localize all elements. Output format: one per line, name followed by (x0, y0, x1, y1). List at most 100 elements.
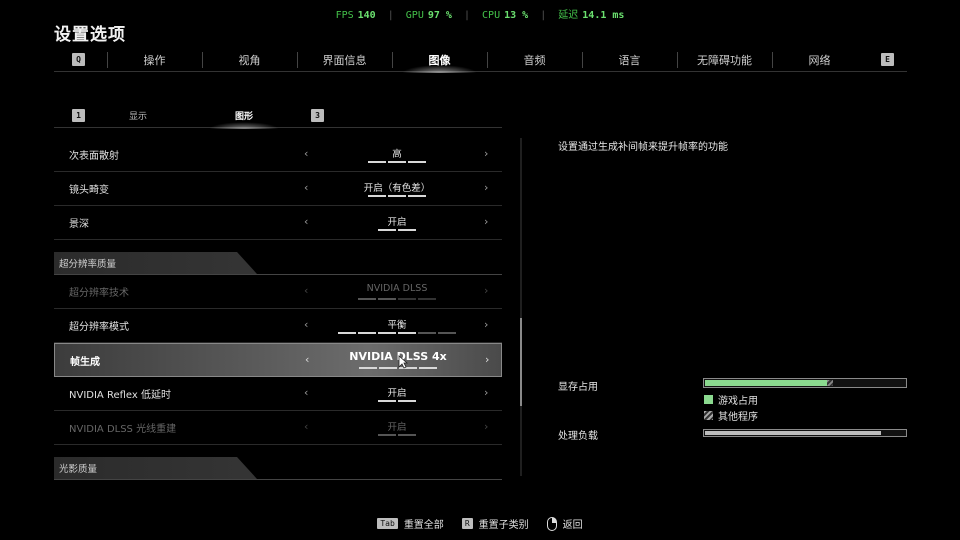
section-title: 光影质量 (59, 464, 98, 475)
section-title: 超分辨率质量 (59, 259, 117, 270)
level-segment (419, 367, 437, 369)
level-segment (398, 298, 416, 300)
arrow-right-icon[interactable]: › (484, 181, 488, 194)
tab-audio[interactable]: 音频 (487, 48, 582, 72)
reset-subcategory-hint[interactable]: R 重置子类别 (461, 516, 529, 531)
level-segment (378, 400, 396, 402)
arrow-right-icon[interactable]: › (484, 318, 488, 331)
level-segment (388, 161, 406, 163)
level-segment (398, 400, 416, 402)
load-label: 处理负载 (558, 431, 598, 442)
latency-value: 14.1 ms (582, 10, 625, 21)
cpu-label: CPU (482, 10, 501, 21)
tab-controls[interactable]: 操作 (107, 48, 202, 72)
gpu-value: 97 % (427, 10, 452, 21)
setting-row-subsurface-scattering[interactable]: 次表面散射 ‹ 高 › (54, 138, 502, 172)
setting-row-frame-generation[interactable]: 帧生成 ‹ NVIDIA DLSS 4x › (54, 343, 502, 377)
scrollbar-thumb[interactable] (520, 318, 522, 406)
legend-other: 其他程序 (704, 408, 758, 423)
level-segment (418, 298, 436, 300)
mouse-cursor-icon (398, 355, 408, 369)
tab-interface[interactable]: 界面信息 (297, 48, 392, 72)
setting-value: 开启 (387, 388, 407, 399)
back-label: 返回 (562, 520, 583, 531)
subtab-graphics[interactable]: 图形 (191, 104, 297, 129)
vram-label: 显存占用 (558, 382, 598, 393)
level-segment (378, 332, 396, 334)
performance-overlay: FPS 140 | GPU 97 % | CPU 13 % | 延迟 14.1 ms (335, 10, 625, 21)
prev-subtab-key-icon[interactable]: 1 (72, 109, 85, 122)
vram-game-fill (705, 380, 827, 386)
legend-game-label: 游戏占用 (718, 396, 758, 407)
footer-hints: Tab 重置全部 R 重置子类别 返回 (0, 516, 960, 531)
legend-other-label: 其他程序 (718, 412, 758, 423)
arrow-right-icon: › (484, 420, 489, 433)
reset-all-hint[interactable]: Tab 重置全部 (377, 516, 444, 531)
level-segment (398, 434, 416, 436)
tab-accessibility[interactable]: 无障碍功能 (677, 48, 772, 72)
level-segment (358, 298, 376, 300)
setting-row-lens-distortion[interactable]: 镜头畸变 ‹ 开启（有色差） › (54, 172, 502, 206)
tab-camera[interactable]: 视角 (202, 48, 297, 72)
arrow-left-icon[interactable]: ‹ (304, 215, 308, 228)
arrow-right-icon[interactable]: › (484, 147, 488, 160)
tab-language[interactable]: 语言 (582, 48, 677, 72)
setting-label: NVIDIA Reflex 低延时 (69, 390, 171, 401)
arrow-left-icon[interactable]: ‹ (304, 181, 308, 194)
arrow-right-icon[interactable]: › (484, 215, 488, 228)
scrollbar-track[interactable] (520, 138, 522, 476)
sub-tab-bar: 1 显示 图形 3 (54, 104, 502, 129)
tab-network[interactable]: 网络 (772, 48, 867, 72)
legend-game: 游戏占用 (704, 392, 758, 407)
arrow-left-icon[interactable]: ‹ (304, 386, 308, 399)
arrow-right-icon[interactable]: › (484, 386, 488, 399)
setting-row-reflex[interactable]: NVIDIA Reflex 低延时 ‹ 开启 › (54, 377, 502, 411)
level-segment (368, 161, 386, 163)
setting-row-depth-of-field[interactable]: 景深 ‹ 开启 › (54, 206, 502, 240)
level-segment (438, 332, 456, 334)
arrow-right-icon: › (484, 284, 489, 297)
arrow-right-icon[interactable]: › (485, 353, 489, 366)
level-segment (408, 161, 426, 163)
level-segment (378, 229, 396, 231)
subtab-display[interactable]: 显示 (85, 104, 191, 128)
prev-tab-key-icon[interactable]: Q (72, 53, 85, 66)
setting-value: 开启（有色差） (363, 183, 431, 194)
section-header-lighting: 光影质量 (54, 457, 257, 479)
level-segment (359, 367, 377, 369)
back-hint[interactable]: 返回 (546, 516, 583, 531)
arrow-left-icon: ‹ (304, 284, 309, 297)
level-segment (358, 332, 376, 334)
next-tab-key-icon[interactable]: E (881, 53, 894, 66)
arrow-left-icon: ‹ (304, 420, 309, 433)
latency-label: 延迟 (558, 10, 579, 21)
level-segment (378, 434, 396, 436)
setting-row-ray-reconstruction: NVIDIA DLSS 光线重建 ‹ 开启 › (54, 411, 502, 445)
setting-label: 镜头畸变 (69, 185, 109, 196)
gpu-label: GPU (405, 10, 424, 21)
top-tab-bar: Q 操作 视角 界面信息 图像 音频 语言 无障碍功能 网络 E (54, 48, 907, 73)
arrow-left-icon[interactable]: ‹ (304, 147, 308, 160)
level-segment (338, 332, 356, 334)
level-segment (408, 195, 426, 197)
section-header-upscaling: 超分辨率质量 (54, 252, 257, 274)
setting-row-upscaling-mode[interactable]: 超分辨率模式 ‹ 平衡 › (54, 309, 502, 343)
arrow-left-icon[interactable]: ‹ (305, 353, 309, 366)
level-segment (379, 367, 397, 369)
next-subtab-key-icon[interactable]: 3 (311, 109, 324, 122)
tab-key-icon: Tab (377, 518, 398, 529)
reset-all-label: 重置全部 (403, 520, 444, 531)
level-segment (398, 229, 416, 231)
arrow-left-icon[interactable]: ‹ (304, 318, 308, 331)
setting-row-upscaling-tech: 超分辨率技术 ‹ NVIDIA DLSS › (54, 275, 502, 309)
tab-graphics[interactable]: 图像 (392, 48, 487, 73)
load-fill (705, 431, 881, 435)
setting-label: NVIDIA DLSS 光线重建 (69, 424, 177, 435)
vram-usage-bar (703, 378, 907, 388)
setting-value: 开启 (387, 217, 407, 228)
level-segment (418, 332, 436, 334)
setting-level-indicator (317, 434, 477, 436)
vram-other-fill (827, 380, 833, 386)
setting-value: 高 (392, 149, 402, 160)
setting-level-indicator (317, 332, 477, 334)
